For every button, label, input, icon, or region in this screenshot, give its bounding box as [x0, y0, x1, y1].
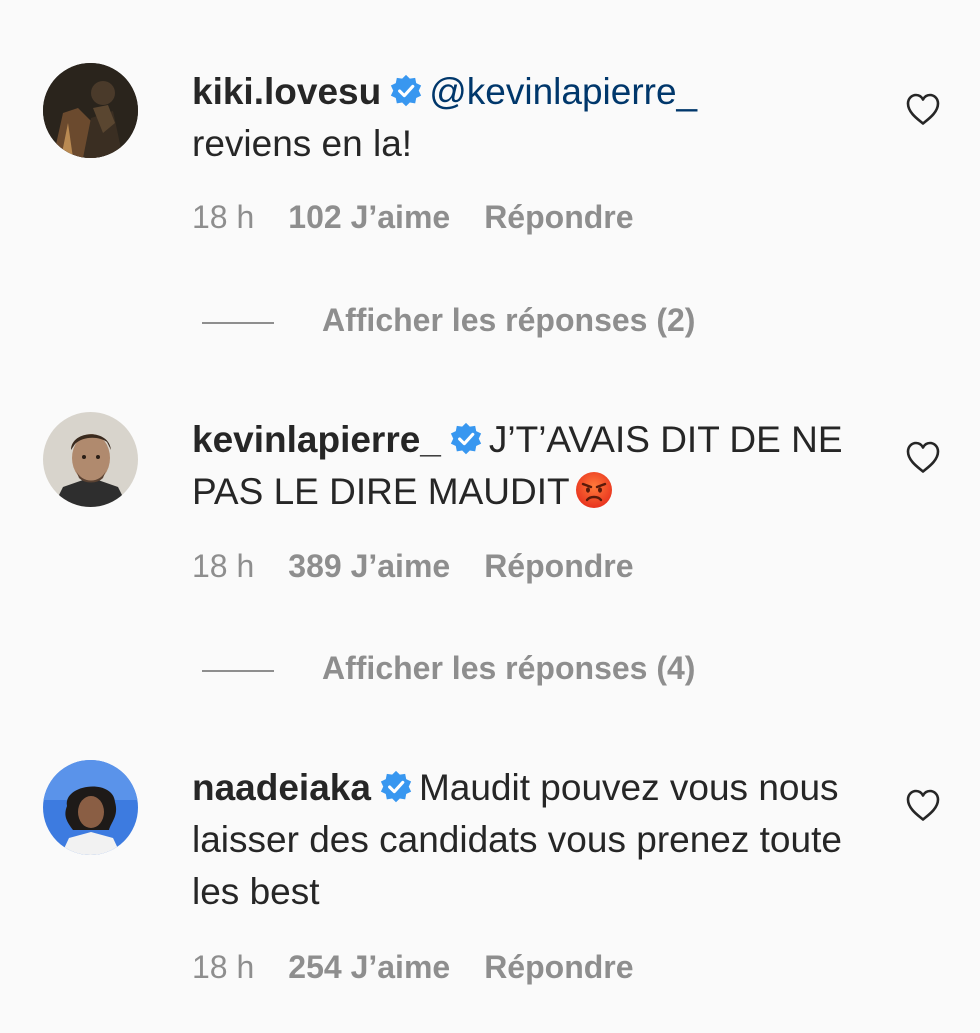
comment-text: kiki.lovesu @kevinlapierre_ reviens en la… — [192, 66, 872, 170]
username[interactable]: naadeiaka — [192, 767, 371, 808]
avatar[interactable] — [43, 63, 138, 158]
avatar-photo-icon — [43, 760, 138, 855]
avatar[interactable] — [43, 412, 138, 507]
verified-badge-icon — [450, 422, 482, 455]
likes-count[interactable]: 102 J’aime — [288, 199, 450, 235]
view-replies-label: Afficher les réponses (2) — [322, 302, 696, 338]
comment-text: naadeiaka Maudit pouvez vous nous laisser… — [192, 762, 872, 918]
verified-badge-icon — [391, 74, 422, 107]
reply-button[interactable]: Répondre — [484, 949, 633, 985]
timestamp: 18 h — [192, 949, 255, 985]
likes-count[interactable]: 254 J’aime — [288, 949, 450, 985]
comment-meta: 18 h 102 J’aime Répondre — [192, 197, 668, 237]
username[interactable]: kevinlapierre_ — [192, 419, 441, 460]
comment-text: kevinlapierre_ J’T’AVAIS DIT DE NE PAS LE… — [192, 414, 872, 518]
like-heart-icon[interactable] — [905, 788, 941, 822]
replies-divider — [202, 669, 274, 672]
avatar-photo-icon — [43, 412, 138, 507]
reply-button[interactable]: Répondre — [484, 199, 633, 235]
reply-button[interactable]: Répondre — [484, 548, 633, 584]
mention-link[interactable]: @kevinlapierre_ — [429, 71, 697, 112]
like-heart-icon[interactable] — [905, 440, 941, 474]
view-replies-label: Afficher les réponses (4) — [322, 650, 696, 686]
view-replies-button[interactable]: Afficher les réponses (2) — [202, 300, 695, 340]
verified-badge-icon — [380, 770, 412, 803]
avatar[interactable] — [43, 760, 138, 855]
avatar-photo-icon — [43, 63, 138, 158]
replies-divider — [202, 321, 274, 324]
username[interactable]: kiki.lovesu — [192, 71, 381, 112]
timestamp: 18 h — [192, 548, 255, 584]
like-heart-icon[interactable] — [905, 92, 941, 126]
comment-message: reviens en la! — [192, 123, 413, 164]
view-replies-button[interactable]: Afficher les réponses (4) — [202, 648, 695, 688]
comment-meta: 18 h 389 J’aime Répondre — [192, 546, 668, 586]
timestamp: 18 h — [192, 199, 255, 235]
likes-count[interactable]: 389 J’aime — [288, 548, 450, 584]
comment-meta: 18 h 254 J’aime Répondre — [192, 947, 668, 987]
angry-face-emoji-icon — [575, 472, 612, 508]
